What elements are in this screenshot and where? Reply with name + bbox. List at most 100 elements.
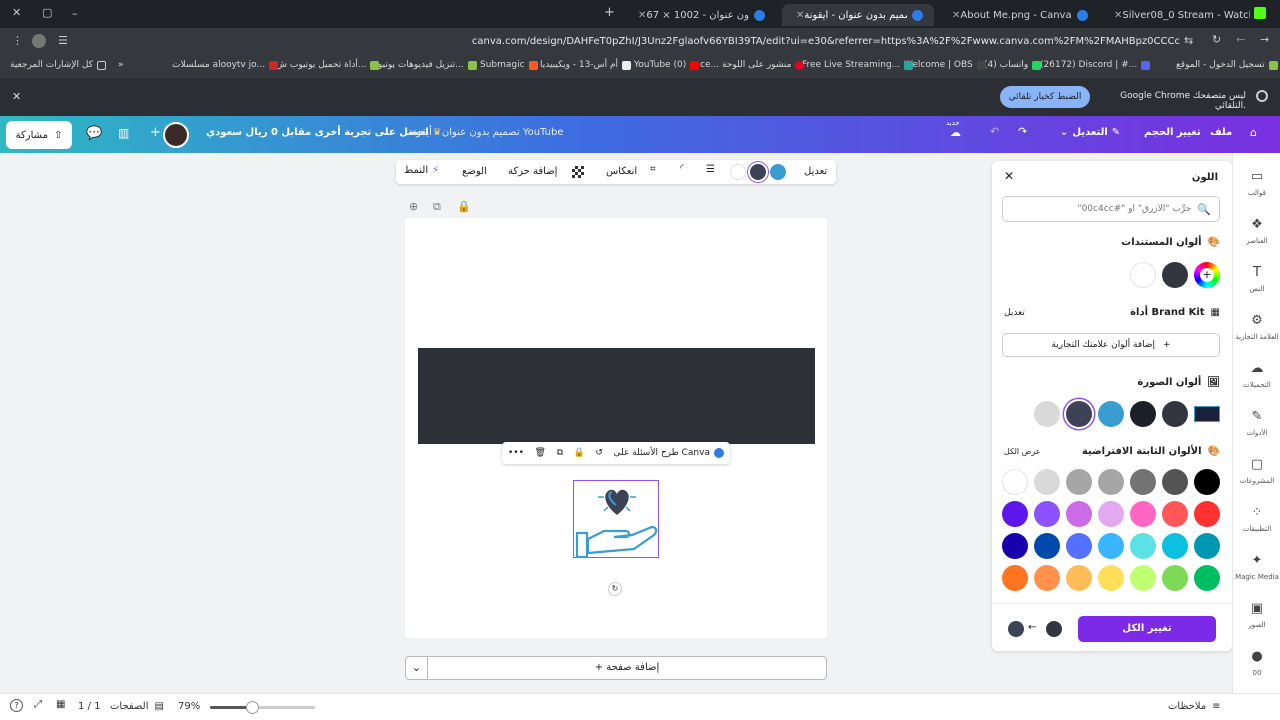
zoom-slider[interactable]	[210, 701, 315, 714]
pages-button[interactable]: الصفحات ▤	[110, 701, 164, 712]
avatar[interactable]	[163, 122, 189, 148]
bookmark-streaming[interactable]: Free Live Streaming...	[802, 60, 914, 70]
grid-view-icon[interactable]: ▦	[56, 699, 65, 710]
sidebar-item[interactable]: ⚙ العلامة التجارية	[1233, 313, 1280, 341]
bookmark-discord[interactable]: (26172) Discord | #...	[1040, 60, 1151, 70]
window-close-icon[interactable]: ✕	[12, 6, 21, 19]
default-color-swatch[interactable]	[1194, 469, 1220, 495]
bookmark-ce[interactable]: ce...	[700, 60, 719, 70]
help-icon[interactable]: ?	[10, 699, 23, 712]
tab-close-icon[interactable]: ✕	[638, 10, 646, 21]
default-color-swatch[interactable]	[1066, 533, 1092, 559]
default-color-swatch[interactable]	[1002, 469, 1028, 495]
color-search-input[interactable]	[1011, 204, 1192, 214]
default-color-swatch[interactable]	[1194, 565, 1220, 591]
default-color-swatch[interactable]	[1098, 533, 1124, 559]
default-color-swatch[interactable]	[1066, 565, 1092, 591]
add-page-icon[interactable]: ⊕	[409, 200, 418, 213]
image-color-3[interactable]	[1098, 401, 1124, 427]
lock-icon[interactable]: 🔒	[457, 200, 471, 213]
default-color-swatch[interactable]	[1034, 501, 1060, 527]
profile-icon[interactable]	[32, 34, 46, 48]
image-color-selected[interactable]	[1066, 401, 1092, 427]
cloud-save-icon[interactable]: ☁	[950, 126, 961, 139]
sidebar-item[interactable]: ✎ الأدوات	[1233, 409, 1280, 437]
bookmark-youtube[interactable]: YouTube (0)	[634, 60, 700, 70]
color-swatch-blue[interactable]	[770, 164, 786, 180]
bookmark-login[interactable]: تسجيل الدخول - الموقع	[1176, 60, 1278, 70]
back-icon[interactable]: →	[1260, 33, 1269, 46]
position-button[interactable]: الوضع	[462, 166, 487, 177]
flip-button[interactable]: انعكاس	[606, 166, 637, 177]
default-color-swatch[interactable]	[1162, 501, 1188, 527]
tab-stream[interactable]: ✕ Silver08_0 Stream - Watch Live	[1100, 4, 1250, 26]
bookmark-video-download[interactable]: تنزيل فيديوهات يوتيو...	[378, 60, 477, 70]
url-field[interactable]: canva.com/design/DAHFeT0pZhI/J3Unz2Fglao…	[80, 32, 1180, 52]
share-button[interactable]: مشاركة ⇧	[6, 121, 72, 149]
menu-dots-icon[interactable]: ⋮	[12, 34, 23, 47]
sidebar-item[interactable]: ▢ المشروعات	[1233, 457, 1280, 485]
brand-kit-edit-link[interactable]: تعديل	[1004, 308, 1025, 318]
default-color-swatch[interactable]	[1002, 565, 1028, 591]
design-title[interactable]: تصميم بدون عنوان - أيقونة YouTube	[408, 127, 563, 138]
resize-menu[interactable]: تغيير الحجم	[1144, 127, 1201, 138]
color-swatch-white[interactable]	[730, 164, 746, 180]
crop-icon[interactable]: ⌗	[650, 164, 656, 175]
add-animation-button[interactable]: إضافة حركة	[508, 166, 557, 177]
promo-link[interactable]: احصل على تجربة أخرى مقابل 0 ريال سعودي ♛	[206, 127, 442, 138]
default-color-swatch[interactable]	[1066, 501, 1092, 527]
default-color-swatch[interactable]	[1130, 565, 1156, 591]
delete-icon[interactable]: 🗑	[535, 448, 546, 458]
more-options-icon[interactable]: •••	[508, 448, 524, 458]
color-search-field[interactable]: 🔍	[1002, 196, 1220, 222]
default-color-swatch[interactable]	[1034, 533, 1060, 559]
default-color-swatch[interactable]	[1098, 565, 1124, 591]
lock-element-icon[interactable]: 🔒	[574, 448, 585, 458]
page-expand-chevron[interactable]: ⌄	[405, 656, 428, 680]
file-menu[interactable]: ملف	[1210, 127, 1232, 138]
sidebar-item[interactable]: ▭ قوالب	[1233, 169, 1280, 197]
selected-heart-hand-graphic[interactable]	[573, 480, 659, 559]
sidebar-item[interactable]: ☁ التحميلات	[1233, 361, 1280, 389]
duplicate-page-icon[interactable]: ⧉	[433, 200, 441, 214]
ask-canva-button[interactable]: طرح الأسئلة على Canva	[614, 448, 724, 458]
bookmark-obs[interactable]: Welcome | OBS	[904, 60, 986, 70]
panel-close-icon[interactable]: ✕	[1004, 169, 1014, 183]
sidebar-item[interactable]: ❖ العناصر	[1233, 217, 1280, 245]
infobar-close-icon[interactable]: ✕	[12, 90, 21, 103]
extensions-icon[interactable]: ☰	[58, 34, 68, 47]
default-color-swatch[interactable]	[1034, 469, 1060, 495]
sidebar-item[interactable]: ✦ Magic Media	[1233, 553, 1280, 581]
edit-menu[interactable]: ⌄ التعديل ✎	[1060, 127, 1120, 138]
image-color-2[interactable]	[1130, 401, 1156, 427]
set-default-button[interactable]: الضبط كخيار تلقائي	[1000, 86, 1090, 108]
default-color-swatch[interactable]	[1194, 501, 1220, 527]
add-page-button[interactable]: + إضافة صفحة	[427, 656, 827, 680]
bookmark-youtube-tool[interactable]: أداة تحميل يوتيوب ش...	[276, 60, 380, 70]
add-brand-colors-button[interactable]: إضافة ألوان علامتك التجارية +	[1002, 333, 1220, 357]
sidebar-item[interactable]: ▣ الصور	[1233, 601, 1280, 629]
forward-icon[interactable]: ←	[1236, 33, 1245, 46]
default-color-swatch[interactable]	[1066, 469, 1092, 495]
sidebar-item[interactable]: T النص	[1233, 265, 1280, 293]
design-page[interactable]: ↻	[405, 218, 827, 638]
image-color-1[interactable]	[1162, 401, 1188, 427]
zoom-level[interactable]: 79%	[178, 701, 200, 712]
tab-search-icon[interactable]: ⇆	[1184, 34, 1193, 47]
insights-icon[interactable]: ▥	[118, 126, 129, 140]
doc-color-white[interactable]	[1130, 262, 1156, 288]
tab-1002-design[interactable]: ✕ تصميم بدون عنوان - 1002 × 67	[624, 4, 776, 26]
default-color-swatch[interactable]	[1194, 533, 1220, 559]
default-color-swatch[interactable]	[1002, 533, 1028, 559]
sidebar-item[interactable]: ⁘ التطبيقات	[1233, 505, 1280, 533]
tab-close-icon[interactable]: ✕	[796, 10, 804, 21]
add-collaborator-icon[interactable]: +	[150, 125, 161, 140]
image-thumbnail[interactable]	[1194, 406, 1220, 422]
duplicate-icon[interactable]: ⧉	[557, 448, 563, 458]
comment-add-icon[interactable]: ↺	[595, 448, 603, 458]
fullscreen-icon[interactable]: ⤢	[34, 699, 42, 710]
style-button[interactable]: النمط ⚡	[404, 165, 439, 176]
zoom-slider-thumb[interactable]	[246, 701, 259, 714]
bookmark-series[interactable]: مسلسلات alooytv jo...	[172, 60, 279, 70]
image-color-5[interactable]	[1034, 401, 1060, 427]
